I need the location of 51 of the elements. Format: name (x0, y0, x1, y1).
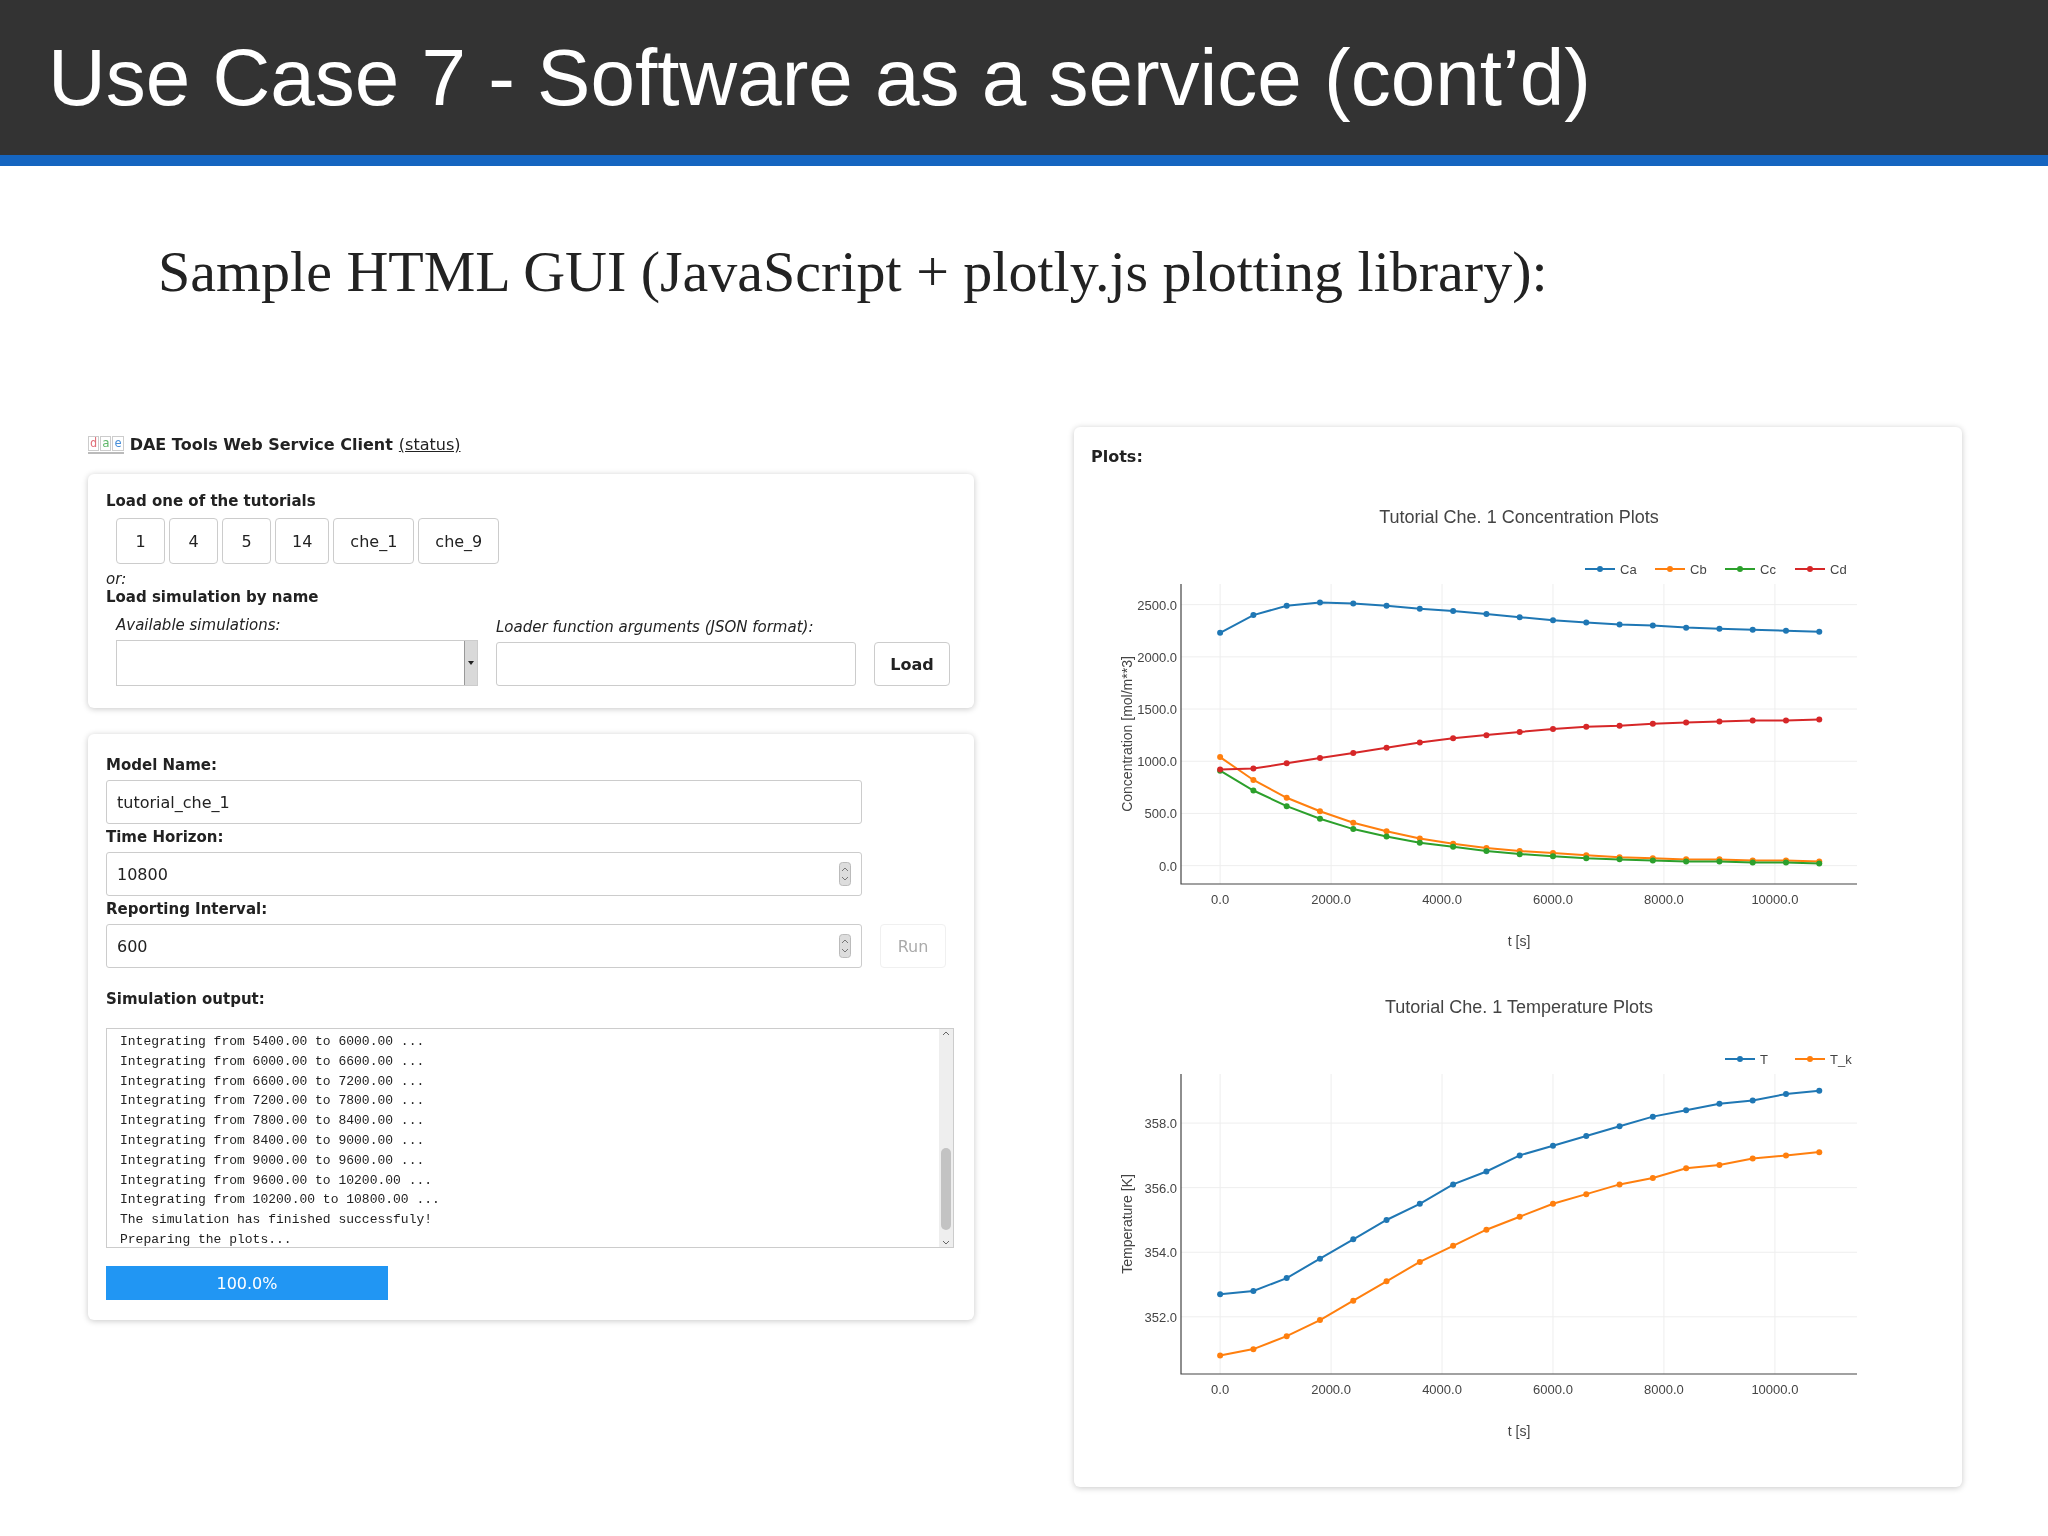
tick-label: 2000.0 (1137, 649, 1177, 665)
tick-label: 1000.0 (1137, 754, 1177, 770)
logo-letter: e (112, 435, 124, 451)
tick-label: 2000.0 (1311, 892, 1351, 907)
tick-label: 10000.0 (1751, 892, 1799, 907)
field-label: Reporting Interval: (106, 900, 269, 918)
chart-title: Tutorial Che. 1 Temperature Plots (1384, 997, 1654, 1017)
field-label: Available simulations: (116, 616, 282, 634)
tick-label: 2000.0 (1311, 1382, 1351, 1397)
output-text: Integrating from 5400.00 to 6000.00 ... Integrating from 6000.00 to 6600.00 ... Integrating from 6600.00 to 7200.00 ... Integrating from 7200.00 to 7800.00 ... Integrating from 7800.00 to 8400.00 ... Integrating from 8400.00 to 9000.00 ... Integrating from 9000.00 to 9600.00 ... Integrating from 9600.00 to 10200.00 ... Integrating from 10200.00 to 10800.00 ... The simulation has finished successfuly! Preparing the plots... (119, 1033, 441, 1247)
tick-label: 358.0 (1144, 1116, 1177, 1132)
tick-label: 0.0 (1158, 858, 1177, 874)
legend-label: T (1760, 1052, 1768, 1067)
legend-label: Ca (1620, 562, 1637, 577)
tick-label: 8000.0 (1644, 1382, 1684, 1397)
tick-label: 2500.0 (1137, 597, 1177, 613)
tick-label: 8000.0 (1644, 892, 1684, 907)
field-label: Loader function arguments (JSON format): (496, 618, 815, 636)
axis-title: t [s] (1507, 933, 1531, 949)
section-heading: Load simulation by name (106, 588, 320, 606)
axis-title: Concentration [mol/m**3] (1119, 656, 1135, 812)
section-heading: Load one of the tutorials (106, 492, 317, 510)
field-label: Time Horizon: (106, 828, 225, 846)
slide-title: Use Case 7 - Software as a service (cont’d) (48, 31, 1591, 124)
axis-title: t [s] (1507, 1423, 1531, 1439)
app-title: DAE Tools Web Service Client (129, 435, 393, 454)
field-label: Model Name: (106, 756, 218, 774)
tick-label: 1500.0 (1137, 702, 1177, 718)
tick-label: 356.0 (1144, 1180, 1177, 1196)
legend-label: Cd (1830, 562, 1847, 577)
tick-label: 0.0 (1211, 892, 1230, 907)
legend-label: Cc (1760, 562, 1776, 577)
tick-label: 500.0 (1144, 806, 1177, 822)
panel-heading: Plots: (1091, 447, 1144, 466)
tick-label: 354.0 (1144, 1245, 1177, 1261)
tick-label: 4000.0 (1422, 1382, 1462, 1397)
tick-label: 0.0 (1211, 1382, 1230, 1397)
tick-label: 352.0 (1144, 1309, 1177, 1325)
axis-title: Temperature [K] (1119, 1174, 1135, 1274)
slide-subtitle: Sample HTML GUI (JavaScript + plotly.js plotting library): (158, 238, 1549, 305)
or-label: or: (106, 570, 128, 588)
logo-letter: a (100, 435, 112, 451)
legend-label: T_k (1830, 1052, 1852, 1067)
tick-label: 6000.0 (1533, 1382, 1573, 1397)
tick-label: 10000.0 (1751, 1382, 1799, 1397)
field-label: Simulation output: (106, 990, 266, 1008)
logo-letter: d (88, 435, 100, 451)
tick-label: 4000.0 (1422, 892, 1462, 907)
legend-label: Cb (1690, 562, 1707, 577)
chart-title: Tutorial Che. 1 Concentration Plots (1379, 507, 1659, 527)
tick-label: 6000.0 (1533, 892, 1573, 907)
